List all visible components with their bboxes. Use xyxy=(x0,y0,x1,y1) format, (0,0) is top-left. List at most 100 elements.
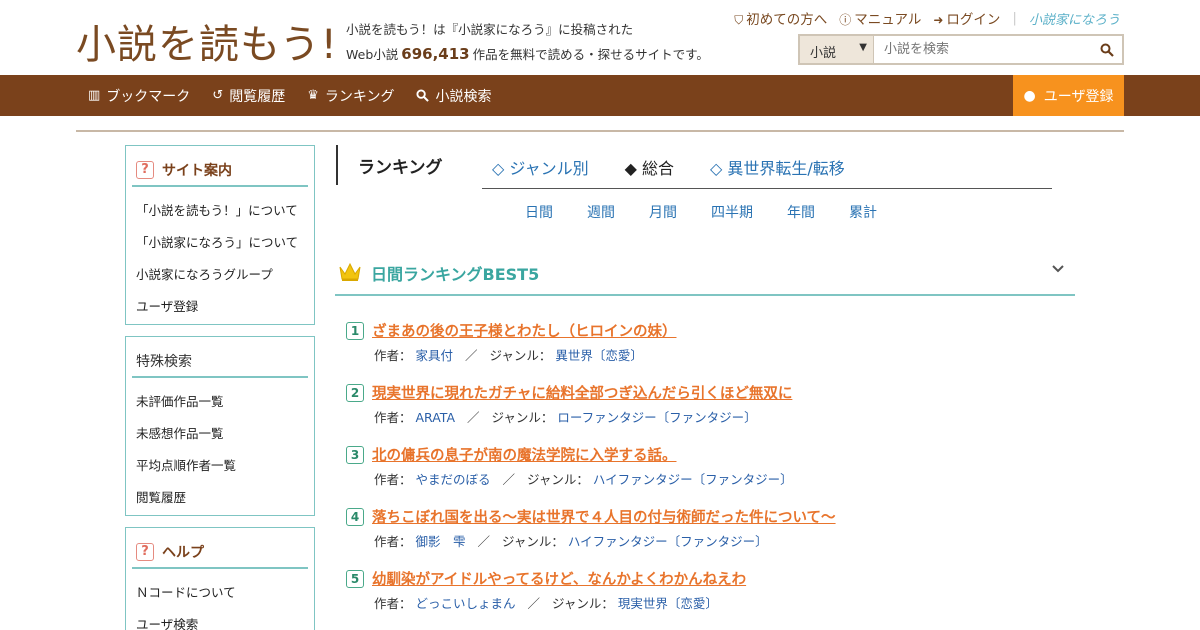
site-header: 小説を読もう! 小説を読もう！は『小説家になろう』に投稿された Web小説 696… xyxy=(0,0,1200,75)
period-weekly[interactable]: 週間 xyxy=(587,202,615,222)
search-input[interactable] xyxy=(874,36,1092,63)
manual-link[interactable]: ⓘ マニュアル xyxy=(839,8,921,28)
sidebar-item-narou-group[interactable]: 小説家になろうグループ xyxy=(136,259,314,291)
genre-link[interactable]: ハイファンタジー〔ファンタジー〕 xyxy=(593,472,793,487)
sidebar-item-history[interactable]: 閲覧履歴 xyxy=(136,482,314,514)
register-button[interactable]: ● ユーザ登録 xyxy=(1013,75,1124,116)
novel-title-link[interactable]: 北の傭兵の息子が南の魔法学院に入学する話。 xyxy=(372,444,677,465)
crown-icon xyxy=(339,262,361,281)
help-icon: ? xyxy=(136,542,154,561)
nav-search[interactable]: 小説検索 xyxy=(416,86,491,106)
tab-genre[interactable]: ◇ ジャンル別 xyxy=(492,155,589,179)
rank-badge: 2 xyxy=(346,384,364,402)
search-icon xyxy=(1100,43,1114,57)
genre-label: ジャンル： xyxy=(489,348,552,363)
period-tabs: 日間 週間 月間 四半期 年間 累計 xyxy=(525,202,877,222)
period-daily[interactable]: 日間 xyxy=(525,202,553,222)
author-link[interactable]: どっこいしょまん xyxy=(416,596,516,611)
author-link[interactable]: ARATA xyxy=(416,410,456,425)
novel-title-link[interactable]: 幼馴染がアイドルやってるけど、なんかよくわかんねえわ xyxy=(372,568,746,589)
history-icon: ↺ xyxy=(212,88,224,103)
meta-separator: ／ xyxy=(527,596,541,611)
sidebar-special-header: 特殊検索 xyxy=(132,345,308,378)
novel-title-link[interactable]: 現実世界に現れたガチャに給料全部つぎ込んだら引くほど無双に xyxy=(372,382,792,403)
search-button[interactable] xyxy=(1092,36,1122,63)
ranking-entry: 1 ざまあの後の王子様とわたし（ヒロインの妹） 作者： 家具付 ／ ジャンル： … xyxy=(344,318,1084,380)
sidebar-item-register[interactable]: ユーザ登録 xyxy=(136,291,314,323)
rank-badge: 1 xyxy=(346,322,364,340)
sidebar-help-title: ヘルプ xyxy=(162,544,204,561)
top-links: ⛉ 初めての方へ ⓘ マニュアル ➜ ログイン | 小説家になろう xyxy=(734,8,1120,28)
ranking-entry: 4 落ちこぼれ国を出る～実は世界で４人目の付与術師だった件について～ 作者： 御… xyxy=(344,504,1084,566)
sidebar-guide-header: ? サイト案内 xyxy=(132,154,308,187)
genre-link[interactable]: 現実世界〔恋愛〕 xyxy=(618,596,718,611)
novel-meta: 作者： やまだのぼる ／ ジャンル： ハイファンタジー〔ファンタジー〕 xyxy=(374,469,793,488)
novel-title-link[interactable]: ざまあの後の王子様とわたし（ヒロインの妹） xyxy=(372,320,677,341)
author-link[interactable]: 家具付 xyxy=(416,348,454,363)
genre-label: ジャンル： xyxy=(552,596,614,611)
genre-link[interactable]: ハイファンタジー〔ファンタジー〕 xyxy=(568,534,768,549)
nav-bookmark-label: ブックマーク xyxy=(106,88,191,105)
login-link-label: ログイン xyxy=(946,12,1001,28)
rank-badge: 4 xyxy=(346,508,364,526)
work-count: 696,413 xyxy=(401,45,470,63)
nav-history-label: 閲覧履歴 xyxy=(229,88,286,105)
ranking-list: 1 ざまあの後の王子様とわたし（ヒロインの妹） 作者： 家具付 ／ ジャンル： … xyxy=(344,318,1084,628)
main-content: ? サイト案内 「小説を読もう！」について 「小説家になろう」について 小説家に… xyxy=(76,130,1124,630)
beginner-link[interactable]: ⛉ 初めての方へ xyxy=(734,8,827,28)
rank-badge: 3 xyxy=(346,446,364,464)
genre-link[interactable]: 異世界〔恋愛〕 xyxy=(555,348,643,363)
search-box: 小説 ▼ xyxy=(798,34,1124,65)
meta-separator: ／ xyxy=(465,348,478,363)
crown-icon: ♛ xyxy=(307,88,319,103)
sidebar-special-list: 未評価作品一覧 未感想作品一覧 平均点順作者一覧 閲覧履歴 xyxy=(126,378,314,514)
sidebar-item-ncode[interactable]: Ｎコードについて xyxy=(136,577,314,609)
tab-overall[interactable]: ◆ 総合 xyxy=(625,155,674,179)
nav-bookmark[interactable]: ▥ ブックマーク xyxy=(88,86,190,106)
sidebar-item-about-yomou[interactable]: 「小説を読もう！」について xyxy=(136,195,314,227)
search-category-select[interactable]: 小説 ▼ xyxy=(800,36,874,63)
novel-meta: 作者： ARATA ／ ジャンル： ローファンタジー〔ファンタジー〕 xyxy=(374,407,757,426)
sidebar-item-avg-authors[interactable]: 平均点順作者一覧 xyxy=(136,450,314,482)
tabs-divider xyxy=(482,188,1052,189)
chevron-down-icon: ▼ xyxy=(859,42,867,53)
sidebar-item-no-review[interactable]: 未感想作品一覧 xyxy=(136,418,314,450)
ranking-entry: 3 北の傭兵の息子が南の魔法学院に入学する話。 作者： やまだのぼる ／ ジャン… xyxy=(344,442,1084,504)
help-icon: ? xyxy=(136,160,154,179)
sidebar-guide-list: 「小説を読もう！」について 「小説家になろう」について 小説家になろうグループ … xyxy=(126,187,314,323)
period-yearly[interactable]: 年間 xyxy=(787,202,815,222)
site-logo[interactable]: 小説を読もう! xyxy=(76,12,338,70)
period-total[interactable]: 累計 xyxy=(849,202,877,222)
novel-title-link[interactable]: 落ちこぼれ国を出る～実は世界で４人目の付与術師だった件について～ xyxy=(372,506,836,527)
novel-meta: 作者： 御影 雫 ／ ジャンル： ハイファンタジー〔ファンタジー〕 xyxy=(374,531,768,550)
author-link[interactable]: やまだのぼる xyxy=(416,472,491,487)
novel-meta: 作者： 家具付 ／ ジャンル： 異世界〔恋愛〕 xyxy=(374,345,643,364)
ranking-header-bar xyxy=(336,145,338,185)
author-label: 作者： xyxy=(374,534,412,549)
sidebar-item-about-narou[interactable]: 「小説家になろう」について xyxy=(136,227,314,259)
bookmark-icon: ▥ xyxy=(88,88,101,103)
genre-label: ジャンル： xyxy=(502,534,564,549)
nav-history[interactable]: ↺ 閲覧履歴 xyxy=(212,86,285,106)
tab-isekai[interactable]: ◇ 異世界転生/転移 xyxy=(710,155,845,179)
sidebar-item-user-search[interactable]: ユーザ検索 xyxy=(136,609,314,630)
genre-label: ジャンル： xyxy=(527,472,589,487)
author-link[interactable]: 御影 雫 xyxy=(416,534,466,549)
author-label: 作者： xyxy=(374,596,412,611)
ranking-entry: 5 幼馴染がアイドルやってるけど、なんかよくわかんねえわ 作者： どっこいしょま… xyxy=(344,566,1084,628)
narou-brand-link[interactable]: 小説家になろう xyxy=(1029,9,1120,28)
sidebar-guide-title: サイト案内 xyxy=(162,162,232,179)
user-icon: ● xyxy=(1023,87,1036,104)
genre-link[interactable]: ローファンタジー〔ファンタジー〕 xyxy=(557,410,756,425)
period-monthly[interactable]: 月間 xyxy=(649,202,677,222)
rank-badge: 5 xyxy=(346,570,364,588)
author-label: 作者： xyxy=(374,472,412,487)
sidebar-item-unrated[interactable]: 未評価作品一覧 xyxy=(136,386,314,418)
chevron-down-icon[interactable] xyxy=(1051,262,1065,278)
meta-separator: ／ xyxy=(502,472,516,487)
best5-header[interactable]: 日間ランキングBEST5 xyxy=(335,252,1075,296)
period-quarterly[interactable]: 四半期 xyxy=(711,202,753,222)
search-category-value: 小説 xyxy=(810,46,837,61)
login-link[interactable]: ➜ ログイン xyxy=(933,8,1000,28)
nav-ranking[interactable]: ♛ ランキング xyxy=(307,86,394,106)
